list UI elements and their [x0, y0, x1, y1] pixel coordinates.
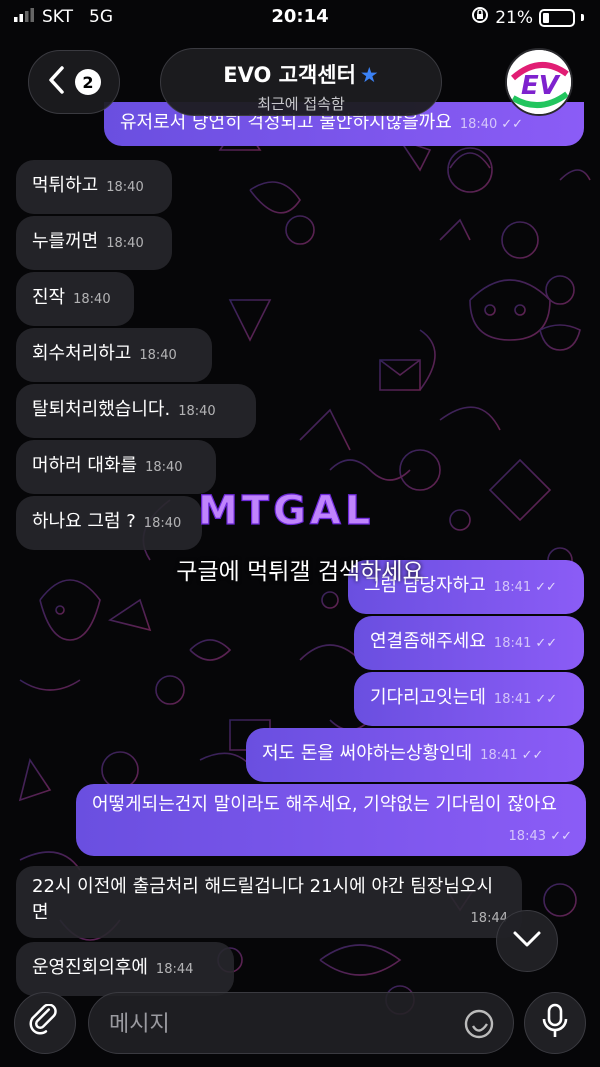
message-composer	[88, 992, 514, 1054]
message-time: 18:41	[480, 748, 518, 763]
microphone-icon	[541, 1003, 569, 1043]
battery-cap	[581, 14, 584, 21]
outgoing-message[interactable]: 연결좀해주세요 18:41 ✓✓	[354, 616, 584, 670]
message-text: 22시 이전에 출금처리 해드릴겁니다 21시에 야간 팀장님오시면	[32, 876, 494, 923]
incoming-message[interactable]: 탈퇴처리했습니다. 18:40	[16, 384, 256, 438]
read-receipt-icon: ✓✓	[550, 829, 572, 844]
back-button[interactable]: 2	[28, 50, 120, 114]
incoming-message[interactable]: 먹튀하고 18:40	[16, 160, 172, 214]
message-time: 18:41	[493, 692, 532, 707]
incoming-message[interactable]: 머하러 대화를 18:40	[16, 440, 216, 494]
unread-badge: 2	[75, 69, 101, 95]
incoming-message[interactable]: 누를꺼면 18:40	[16, 216, 172, 270]
watermark-logo-text: MTGAL	[198, 488, 374, 532]
voice-record-button[interactable]	[524, 992, 586, 1054]
message-input[interactable]	[109, 1007, 449, 1041]
status-bar: SKT 5G 20:14 21%	[0, 0, 600, 34]
outgoing-message[interactable]: 기다리고잇는데 18:41 ✓✓	[354, 672, 584, 726]
message-text: 진작	[32, 287, 66, 308]
message-text: 연결좀해주세요	[370, 631, 486, 652]
incoming-message[interactable]: 하나요 그럼 ? 18:40	[16, 496, 202, 550]
message-text: 저도 돈을 써야하는상황인데	[262, 743, 473, 764]
outgoing-message[interactable]: 저도 돈을 써야하는상황인데 18:41 ✓✓	[246, 728, 584, 782]
read-receipt-icon: ✓✓	[501, 117, 524, 132]
battery-level	[543, 12, 549, 23]
read-receipt-icon: ✓✓	[535, 636, 558, 651]
watermark-caption: 구글에 먹튀갤 검색하세요	[176, 559, 424, 585]
battery-percent: 21%	[495, 7, 533, 28]
chat-title: EVO 고객센터 ★	[161, 59, 441, 89]
attach-button[interactable]	[14, 992, 76, 1054]
message-time: 18:40	[106, 236, 144, 251]
incoming-message[interactable]: 22시 이전에 출금처리 해드릴겁니다 21시에 야간 팀장님오시면 18:44	[16, 866, 522, 938]
message-text: 먹튀하고	[32, 175, 99, 196]
status-right: 21%	[471, 6, 584, 29]
message-time: 18:40	[145, 460, 183, 475]
message-time: 18:41	[493, 636, 532, 651]
chat-header[interactable]: EVO 고객센터 ★ 최근에 접속함	[160, 48, 442, 116]
message-time: 18:40	[139, 348, 177, 363]
read-receipt-icon: ✓✓	[535, 692, 558, 707]
chevron-down-icon	[512, 930, 542, 952]
message-time: 18:44	[155, 962, 194, 977]
message-time: 18:40	[178, 404, 216, 419]
paperclip-icon	[28, 1003, 62, 1042]
message-text: 하나요 그럼 ?	[32, 511, 136, 532]
message-text: 회수처리하고	[32, 343, 132, 364]
chat-title-text: EVO 고객센터	[223, 63, 356, 87]
message-text: 운영진회의후에	[32, 957, 148, 978]
verified-star-icon: ★	[359, 63, 379, 87]
message-time: 18:40	[459, 117, 498, 132]
avatar-text: EV	[521, 71, 561, 101]
incoming-message[interactable]: 회수처리하고 18:40	[16, 328, 212, 382]
avatar[interactable]: EV	[505, 48, 573, 116]
message-text: 어떻게되는건지 말이라도 해주세요, 기약없는 기다림이 잖아요	[92, 794, 557, 815]
watermark-logo: MTGAL	[196, 487, 396, 534]
battery-icon	[539, 8, 575, 27]
chat-status: 최근에 접속함	[257, 95, 345, 113]
message-time: 18:40	[106, 180, 144, 195]
message-text: 탈퇴처리했습니다.	[32, 399, 171, 420]
message-text: 누를꺼면	[32, 231, 99, 252]
read-receipt-icon: ✓✓	[521, 748, 544, 763]
incoming-message[interactable]: 운영진회의후에 18:44	[16, 942, 234, 996]
sticker-icon[interactable]	[463, 1008, 495, 1044]
chevron-left-icon	[47, 65, 65, 99]
incoming-message[interactable]: 진작 18:40	[16, 272, 134, 326]
message-text: 기다리고잇는데	[370, 687, 486, 708]
message-time: 18:43	[508, 829, 546, 844]
outgoing-message[interactable]: 어떻게되는건지 말이라도 해주세요, 기약없는 기다림이 잖아요 18:43 ✓✓	[76, 784, 586, 856]
message-time: 18:40	[73, 292, 111, 307]
scroll-down-button[interactable]	[496, 910, 558, 972]
orientation-lock-icon	[471, 6, 489, 29]
message-text: 머하러 대화를	[32, 455, 138, 476]
message-time: 18:40	[143, 516, 182, 531]
